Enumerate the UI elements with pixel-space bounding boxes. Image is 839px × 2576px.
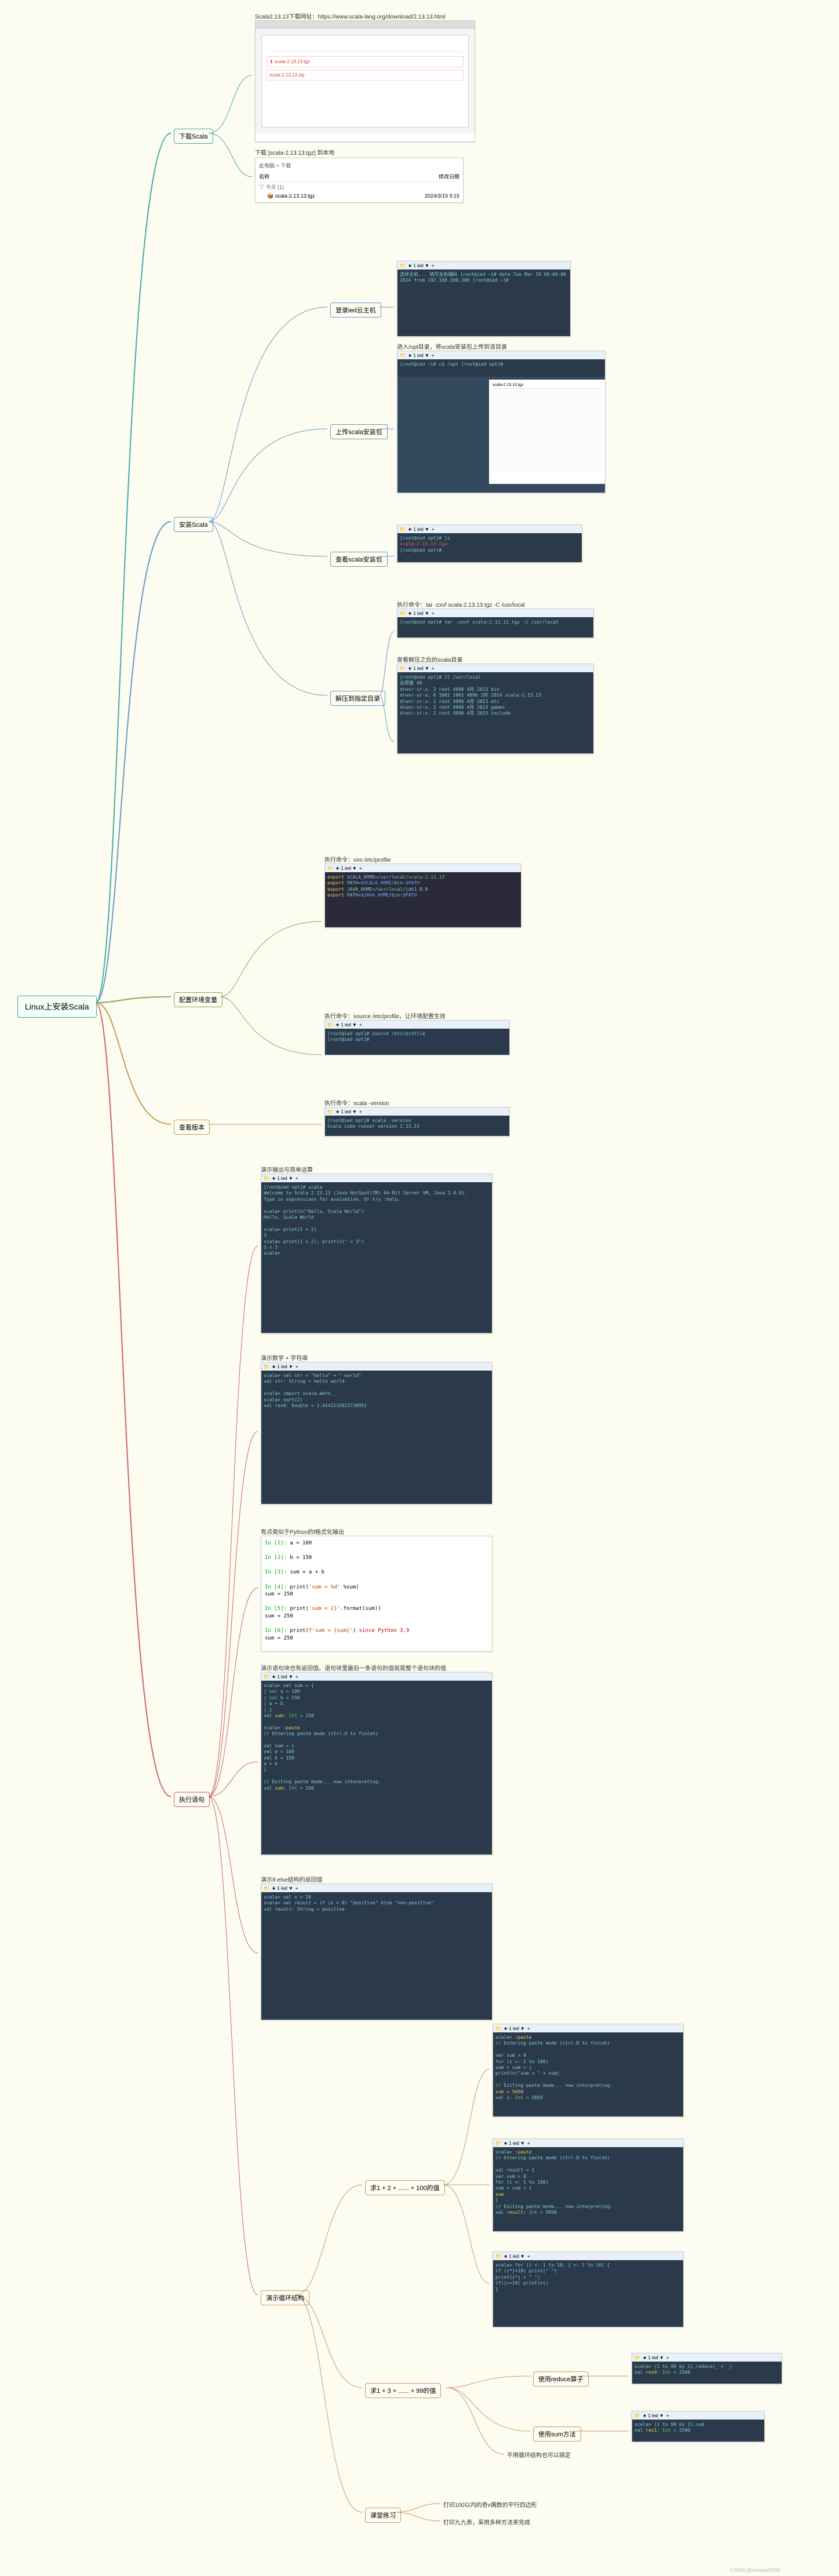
ex5-term: 📁★ 1 ied ▼+ scala> val x = 10scala> val … xyxy=(261,1883,493,2020)
ex2-term: 📁★ 1 ied ▼+ scala> val str = "hello" + "… xyxy=(261,1362,493,1504)
explorer: 此电脑 > 下载 名称修改日期 ▽ 今天 (1) 📦 scala-2.13.13… xyxy=(255,158,464,203)
check-term: 📁★ 1 ied ▼+ [root@ied opt]# lsscala-2.13… xyxy=(397,524,582,563)
ex4-t: 演示语句块也有返回值。语句块里最后一条语句的值就是整个语句块的值 xyxy=(261,1663,446,1672)
extract-term1: 📁★ 1 ied ▼+ [root@ied opt]# tar -zxvf sc… xyxy=(397,609,594,638)
sum100-t3: 📁★ 1 ied ▼+ scala> for (i <- 1 to 10; j … xyxy=(493,2251,684,2327)
browser-shot: ⬇ scala-2.13.13.tgz scala-2.13.13.zip xyxy=(255,20,475,142)
env-t1: 执行命令：vim /etc/profile xyxy=(324,855,391,863)
b-version[interactable]: 查看版本 xyxy=(174,1120,210,1135)
ex3-t: 有点类似于Python的f格式化输出 xyxy=(261,1527,344,1536)
s-login[interactable]: 登录ied云主机 xyxy=(330,303,381,318)
dl-text: 下载 [scala-2.13.13.tgz] 到本地 xyxy=(255,148,334,156)
ex1-term: 📁★ 1 ied ▼+ [root@ied opt]# scala Welcom… xyxy=(261,1174,493,1333)
hw1: 打印100以内的奇x偶数的平行四边形 xyxy=(443,2500,537,2509)
env-term1: 📁★ 1 ied ▼+ export SCALA_HOME=/usr/local… xyxy=(324,863,521,928)
homework[interactable]: 课堂练习 xyxy=(365,2508,401,2523)
extract-t2: 查看解压之后的scala目录 xyxy=(397,655,462,664)
s-check[interactable]: 查看scala安装包 xyxy=(330,552,388,567)
login-term: 📁★ 1 ied ▼+ 选择主机... 填写主机编码 [root@ied ~]#… xyxy=(397,261,571,337)
sum100-t1: 📁★ 1 ied ▼+ scala> :paste // Entering pa… xyxy=(493,2024,684,2117)
sum100[interactable]: 求1 + 2 + ...... + 100的值 xyxy=(365,2180,445,2195)
b-env[interactable]: 配置环境变量 xyxy=(174,992,222,1007)
reduce[interactable]: 使用reduce算子 xyxy=(533,2371,589,2386)
s-loop[interactable]: 演示循环结构 xyxy=(261,2290,309,2305)
url: Scala2.13.13下载网址：https://www.scala-lang.… xyxy=(255,12,446,20)
watermark: CSDN @howard2005 xyxy=(730,2567,780,2573)
ex4-term: 📁★ 1 ied ▼+ scala> val sum = { | val a =… xyxy=(261,1672,493,1855)
sum100-t2: 📁★ 1 ied ▼+ scala> :paste // Entering pa… xyxy=(493,2138,684,2232)
env-term2: 📁★ 1 ied ▼+ [root@ied opt]# source /etc/… xyxy=(324,1020,510,1055)
ex2-t: 演示数学 + 字符串 xyxy=(261,1353,308,1362)
s-upload[interactable]: 上传scala安装包 xyxy=(330,424,388,439)
upload-title: 进入/opt目录，将scala安装包上传到该目录 xyxy=(397,342,507,351)
b-download[interactable]: 下载Scala xyxy=(174,129,213,144)
summethod[interactable]: 使用sum方法 xyxy=(533,2426,581,2442)
b-exec[interactable]: 执行语句 xyxy=(174,1792,210,1807)
ex3-code: In [1]: a = 100 In [2]: b = 150 In [3]: … xyxy=(261,1536,493,1652)
ex1-t: 演示输出与简单运算 xyxy=(261,1165,313,1174)
ver-title: 执行命令：scala -version xyxy=(324,1098,389,1107)
extract-term2: 📁★ 1 ied ▼+ [root@ied opt]# ll /usr/loca… xyxy=(397,664,594,754)
s-extract[interactable]: 解压到指定目录 xyxy=(330,691,385,706)
root[interactable]: Linux上安装Scala xyxy=(17,996,97,1018)
b-install[interactable]: 安装Scala xyxy=(174,517,213,532)
env-t2: 执行命令：source /etc/profile，让环境配置生效 xyxy=(324,1011,446,1020)
ver-term: 📁★ 1 ied ▼+ [root@ied opt]# scala -versi… xyxy=(324,1107,510,1136)
reduce-term: 📁★ 1 ied ▼+ scala> (1 to 99 by 2).reduce… xyxy=(632,2353,782,2384)
sum99[interactable]: 求1 + 3 + ...... + 99的值 xyxy=(365,2383,441,2398)
hw2: 打印九九表，采用多种方法来完成 xyxy=(443,2517,530,2526)
extract-t1: 执行命令：tar -zxvf scala-2.13.13.tgz -C /usr… xyxy=(397,600,525,609)
ex5-t: 演示if-else结构的返回值 xyxy=(261,1875,323,1883)
sum99-note: 不用循环结构也可以搞定 xyxy=(507,2450,571,2459)
upload-shot: 📁★ 1 ied ▼+ [root@ied ~]# cd /opt [root@… xyxy=(397,351,605,493)
sum-term: 📁★ 1 ied ▼+ scala> (1 to 99 by 2).sumval… xyxy=(632,2411,765,2442)
